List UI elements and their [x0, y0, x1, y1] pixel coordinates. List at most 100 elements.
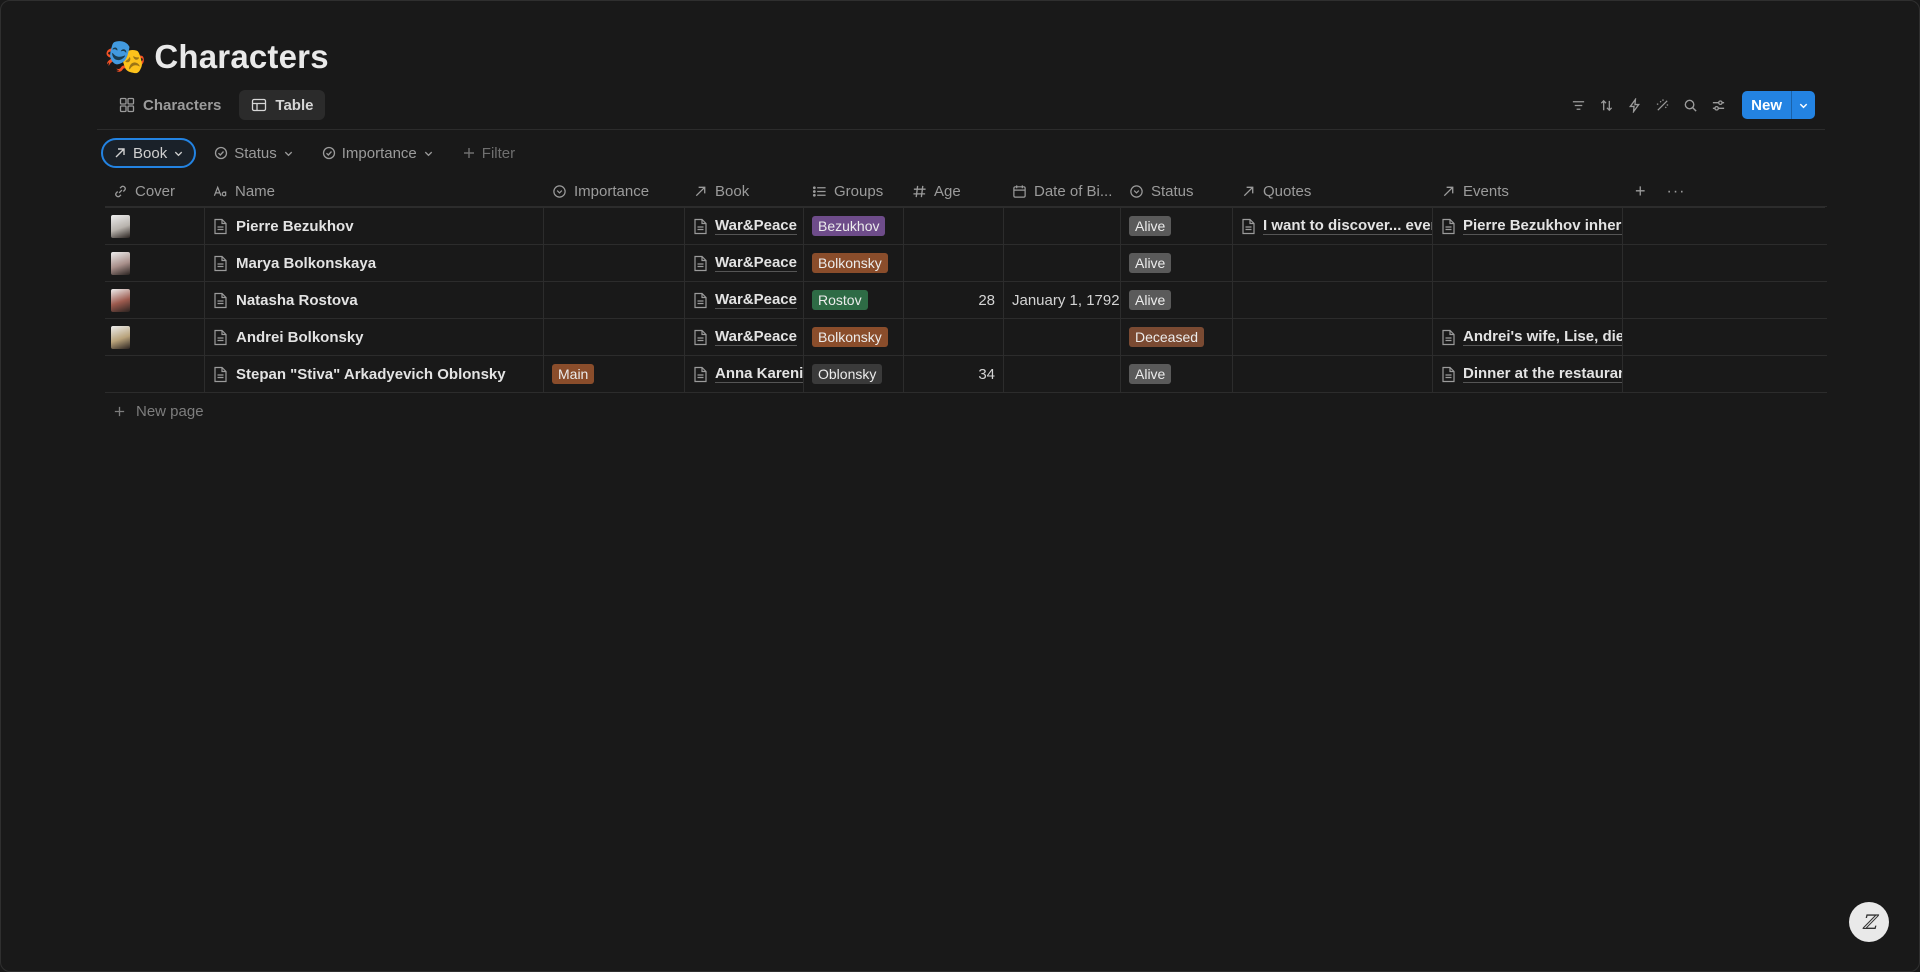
events-cell[interactable] — [1433, 245, 1623, 281]
dob-cell[interactable] — [1004, 319, 1121, 355]
cover-cell[interactable] — [105, 356, 205, 392]
search-icon[interactable] — [1680, 95, 1700, 115]
table-row[interactable]: Natasha Rostova War&Peace Rostov 28 January … — [105, 282, 1827, 319]
groups-cell[interactable]: Rostov — [804, 282, 904, 318]
name-cell[interactable]: Pierre Bezukhov — [205, 208, 544, 244]
help-button[interactable]: ℤ — [1849, 902, 1889, 942]
table-row[interactable]: Andrei Bolkonsky War&Peace Bolkonsky Deceas… — [105, 319, 1827, 356]
groups-cell[interactable]: Bolkonsky — [804, 319, 904, 355]
tab-table[interactable]: Table — [239, 90, 326, 120]
event-link[interactable]: Pierre Bezukhov inherits — [1463, 217, 1622, 235]
status-cell[interactable]: Alive — [1121, 208, 1233, 244]
importance-cell[interactable]: Main — [544, 356, 685, 392]
cover-cell[interactable] — [105, 208, 205, 244]
filter-icon[interactable] — [1568, 95, 1588, 115]
dob-cell[interactable] — [1004, 356, 1121, 392]
groups-cell[interactable]: Bolkonsky — [804, 245, 904, 281]
table-row[interactable]: Pierre Bezukhov War&Peace Bezukhov Alive I w… — [105, 208, 1827, 245]
new-page-button[interactable]: New page — [113, 403, 204, 420]
age-cell[interactable] — [904, 319, 1004, 355]
book-link[interactable]: War&Peace — [715, 217, 797, 235]
dob-cell[interactable]: January 1, 1792 — [1004, 282, 1121, 318]
column-header-status[interactable]: Status — [1121, 177, 1233, 206]
column-header-date-of-birth[interactable]: Date of Bi... — [1004, 177, 1121, 206]
importance-cell[interactable] — [544, 245, 685, 281]
book-cell[interactable]: War&Peace — [685, 319, 804, 355]
age-cell[interactable]: 34 — [904, 356, 1004, 392]
status-cell[interactable]: Alive — [1121, 282, 1233, 318]
column-label: Age — [934, 183, 961, 200]
add-column-icon[interactable]: + — [1635, 181, 1646, 202]
column-header-name[interactable]: Name — [205, 177, 544, 206]
status-cell[interactable]: Alive — [1121, 245, 1233, 281]
column-header-groups[interactable]: Groups — [804, 177, 904, 206]
status-cell[interactable]: Alive — [1121, 356, 1233, 392]
cover-cell[interactable] — [105, 245, 205, 281]
lightning-icon[interactable] — [1624, 95, 1644, 115]
filter-chip-importance[interactable]: Importance — [312, 138, 444, 168]
book-link[interactable]: Anna Karenina — [715, 365, 803, 383]
settings-sliders-icon[interactable] — [1708, 95, 1728, 115]
events-cell[interactable]: Andrei's wife, Lise, dies — [1433, 319, 1623, 355]
theater-masks-icon[interactable]: 🎭 — [104, 37, 146, 77]
filter-chip-status[interactable]: Status — [204, 138, 304, 168]
book-link[interactable]: War&Peace — [715, 328, 797, 346]
quotes-cell[interactable] — [1233, 282, 1433, 318]
groups-cell[interactable]: Bezukhov — [804, 208, 904, 244]
sparkle-icon[interactable] — [1652, 95, 1672, 115]
book-cell[interactable]: War&Peace — [685, 282, 804, 318]
quotes-cell[interactable] — [1233, 356, 1433, 392]
book-cell[interactable]: War&Peace — [685, 208, 804, 244]
calendar-icon — [1013, 185, 1026, 198]
book-cell[interactable]: War&Peace — [685, 245, 804, 281]
quotes-cell[interactable] — [1233, 245, 1433, 281]
table-row[interactable]: Marya Bolkonskaya War&Peace Bolkonsky Alive — [105, 245, 1827, 282]
column-header-quotes[interactable]: Quotes — [1233, 177, 1433, 206]
sort-icon[interactable] — [1596, 95, 1616, 115]
name-cell[interactable]: Marya Bolkonskaya — [205, 245, 544, 281]
status-cell[interactable]: Deceased — [1121, 319, 1233, 355]
toolbar-divider — [97, 129, 1825, 130]
quotes-cell[interactable] — [1233, 319, 1433, 355]
quote-link[interactable]: I want to discover... every — [1263, 217, 1432, 235]
add-filter-button[interactable]: Filter — [452, 138, 525, 168]
book-link[interactable]: War&Peace — [715, 291, 797, 309]
filter-chip-book[interactable]: Book — [101, 138, 197, 168]
name-cell[interactable]: Stepan "Stiva" Arkadyevich Oblonsky — [205, 356, 544, 392]
event-link[interactable]: Andrei's wife, Lise, dies — [1463, 328, 1622, 346]
name-cell[interactable]: Andrei Bolkonsky — [205, 319, 544, 355]
importance-cell[interactable] — [544, 319, 685, 355]
book-link[interactable]: War&Peace — [715, 254, 797, 272]
events-cell[interactable] — [1433, 282, 1623, 318]
events-cell[interactable]: Pierre Bezukhov inherits — [1433, 208, 1623, 244]
cover-cell[interactable] — [105, 282, 205, 318]
column-header-age[interactable]: Age — [904, 177, 1004, 206]
tab-characters[interactable]: Characters — [107, 90, 233, 120]
page-icon — [694, 366, 707, 382]
new-button[interactable]: New — [1742, 91, 1791, 119]
cover-cell[interactable] — [105, 319, 205, 355]
column-header-cover[interactable]: Cover — [105, 177, 205, 206]
chevron-down-icon — [175, 151, 183, 156]
new-dropdown-button[interactable] — [1791, 91, 1815, 119]
dob-cell[interactable] — [1004, 245, 1121, 281]
character-name: Marya Bolkonskaya — [236, 254, 377, 272]
groups-cell[interactable]: Oblonsky — [804, 356, 904, 392]
book-cell[interactable]: Anna Karenina — [685, 356, 804, 392]
name-cell[interactable]: Natasha Rostova — [205, 282, 544, 318]
column-header-events[interactable]: Events — [1433, 177, 1623, 206]
age-cell[interactable] — [904, 245, 1004, 281]
events-cell[interactable]: Dinner at the restaurant — [1433, 356, 1623, 392]
dob-cell[interactable] — [1004, 208, 1121, 244]
quotes-cell[interactable]: I want to discover... every — [1233, 208, 1433, 244]
importance-cell[interactable] — [544, 208, 685, 244]
column-header-book[interactable]: Book — [685, 177, 804, 206]
age-cell[interactable] — [904, 208, 1004, 244]
importance-cell[interactable] — [544, 282, 685, 318]
age-cell[interactable]: 28 — [904, 282, 1004, 318]
event-link[interactable]: Dinner at the restaurant — [1463, 365, 1622, 383]
page-title[interactable]: Characters — [154, 38, 328, 76]
table-row[interactable]: Stepan "Stiva" Arkadyevich Oblonsky Main A… — [105, 356, 1827, 393]
more-options-icon[interactable]: ··· — [1667, 183, 1686, 201]
column-header-importance[interactable]: Importance — [544, 177, 685, 206]
